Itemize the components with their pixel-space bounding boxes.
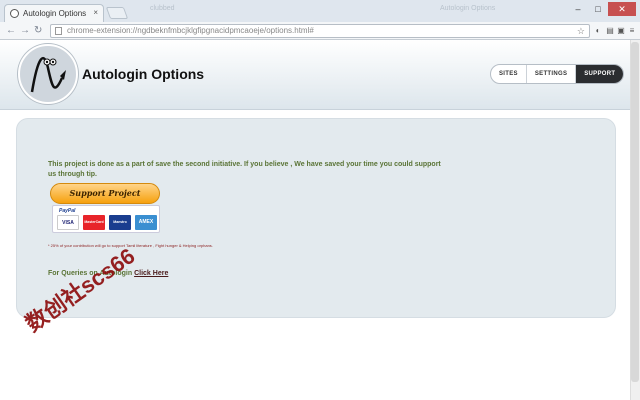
support-intro-text: This project is done as a part of save t… <box>48 161 441 178</box>
tab-title: Autologin Options <box>23 9 87 18</box>
extension-favicon-icon <box>10 9 19 18</box>
nav-support[interactable]: SUPPORT <box>576 65 624 83</box>
extension-icon[interactable]: ◐ <box>592 25 604 37</box>
maximize-button[interactable]: □ <box>588 2 608 16</box>
page-header: Autologin Options SITES SETTINGS SUPPORT <box>0 40 630 110</box>
browser-tab[interactable]: Autologin Options × <box>4 4 104 22</box>
nav-sites[interactable]: SITES <box>491 65 527 83</box>
scrollbar-thumb[interactable] <box>631 42 639 382</box>
bookmark-star-icon[interactable]: ☆ <box>577 25 585 37</box>
forward-icon[interactable]: → <box>20 24 30 38</box>
page-icon <box>55 27 62 35</box>
reload-icon[interactable]: ↻ <box>34 24 42 38</box>
click-here-link[interactable]: Click Here <box>134 270 168 277</box>
autologin-logo-icon <box>18 44 78 104</box>
tab-close-icon[interactable]: × <box>93 8 98 17</box>
address-bar[interactable]: chrome-extension://ngdbeknfmbcjklgfipgna… <box>50 24 590 38</box>
contribution-footnote: * 25% of your contribution will go to su… <box>48 243 213 248</box>
visa-icon: VISA <box>57 215 79 230</box>
page-title: Autologin Options <box>82 66 205 82</box>
maestro-icon: Maestro <box>109 215 131 230</box>
chrome-menu-icon[interactable]: ≡ <box>626 25 638 37</box>
nav-settings[interactable]: SETTINGS <box>527 65 577 83</box>
amex-icon: AMEX <box>135 215 157 230</box>
browser-toolbar: ← → ↻ chrome-extension://ngdbeknfmbcjklg… <box>0 22 640 40</box>
support-project-button[interactable]: Support Project <box>50 183 160 204</box>
back-icon[interactable]: ← <box>6 24 16 38</box>
window-controls: – □ ✕ <box>568 2 636 16</box>
url-text: chrome-extension://ngdbeknfmbcjklgfipgna… <box>67 26 314 35</box>
browser-titlebar: Autologin Options × clubbed Autologin Op… <box>0 0 640 22</box>
new-tab-button[interactable] <box>105 7 129 19</box>
paypal-card-logos[interactable]: PayPal VISA MasterCard Maestro AMEX <box>52 205 160 233</box>
faded-tab-text: Autologin Options <box>440 5 496 12</box>
close-window-button[interactable]: ✕ <box>608 2 636 16</box>
header-nav: SITES SETTINGS SUPPORT <box>490 64 625 84</box>
faded-tab-text: clubbed <box>150 5 175 12</box>
mastercard-icon: MasterCard <box>83 215 105 230</box>
minimize-button[interactable]: – <box>568 2 588 16</box>
paypal-logo: PayPal <box>59 208 76 214</box>
